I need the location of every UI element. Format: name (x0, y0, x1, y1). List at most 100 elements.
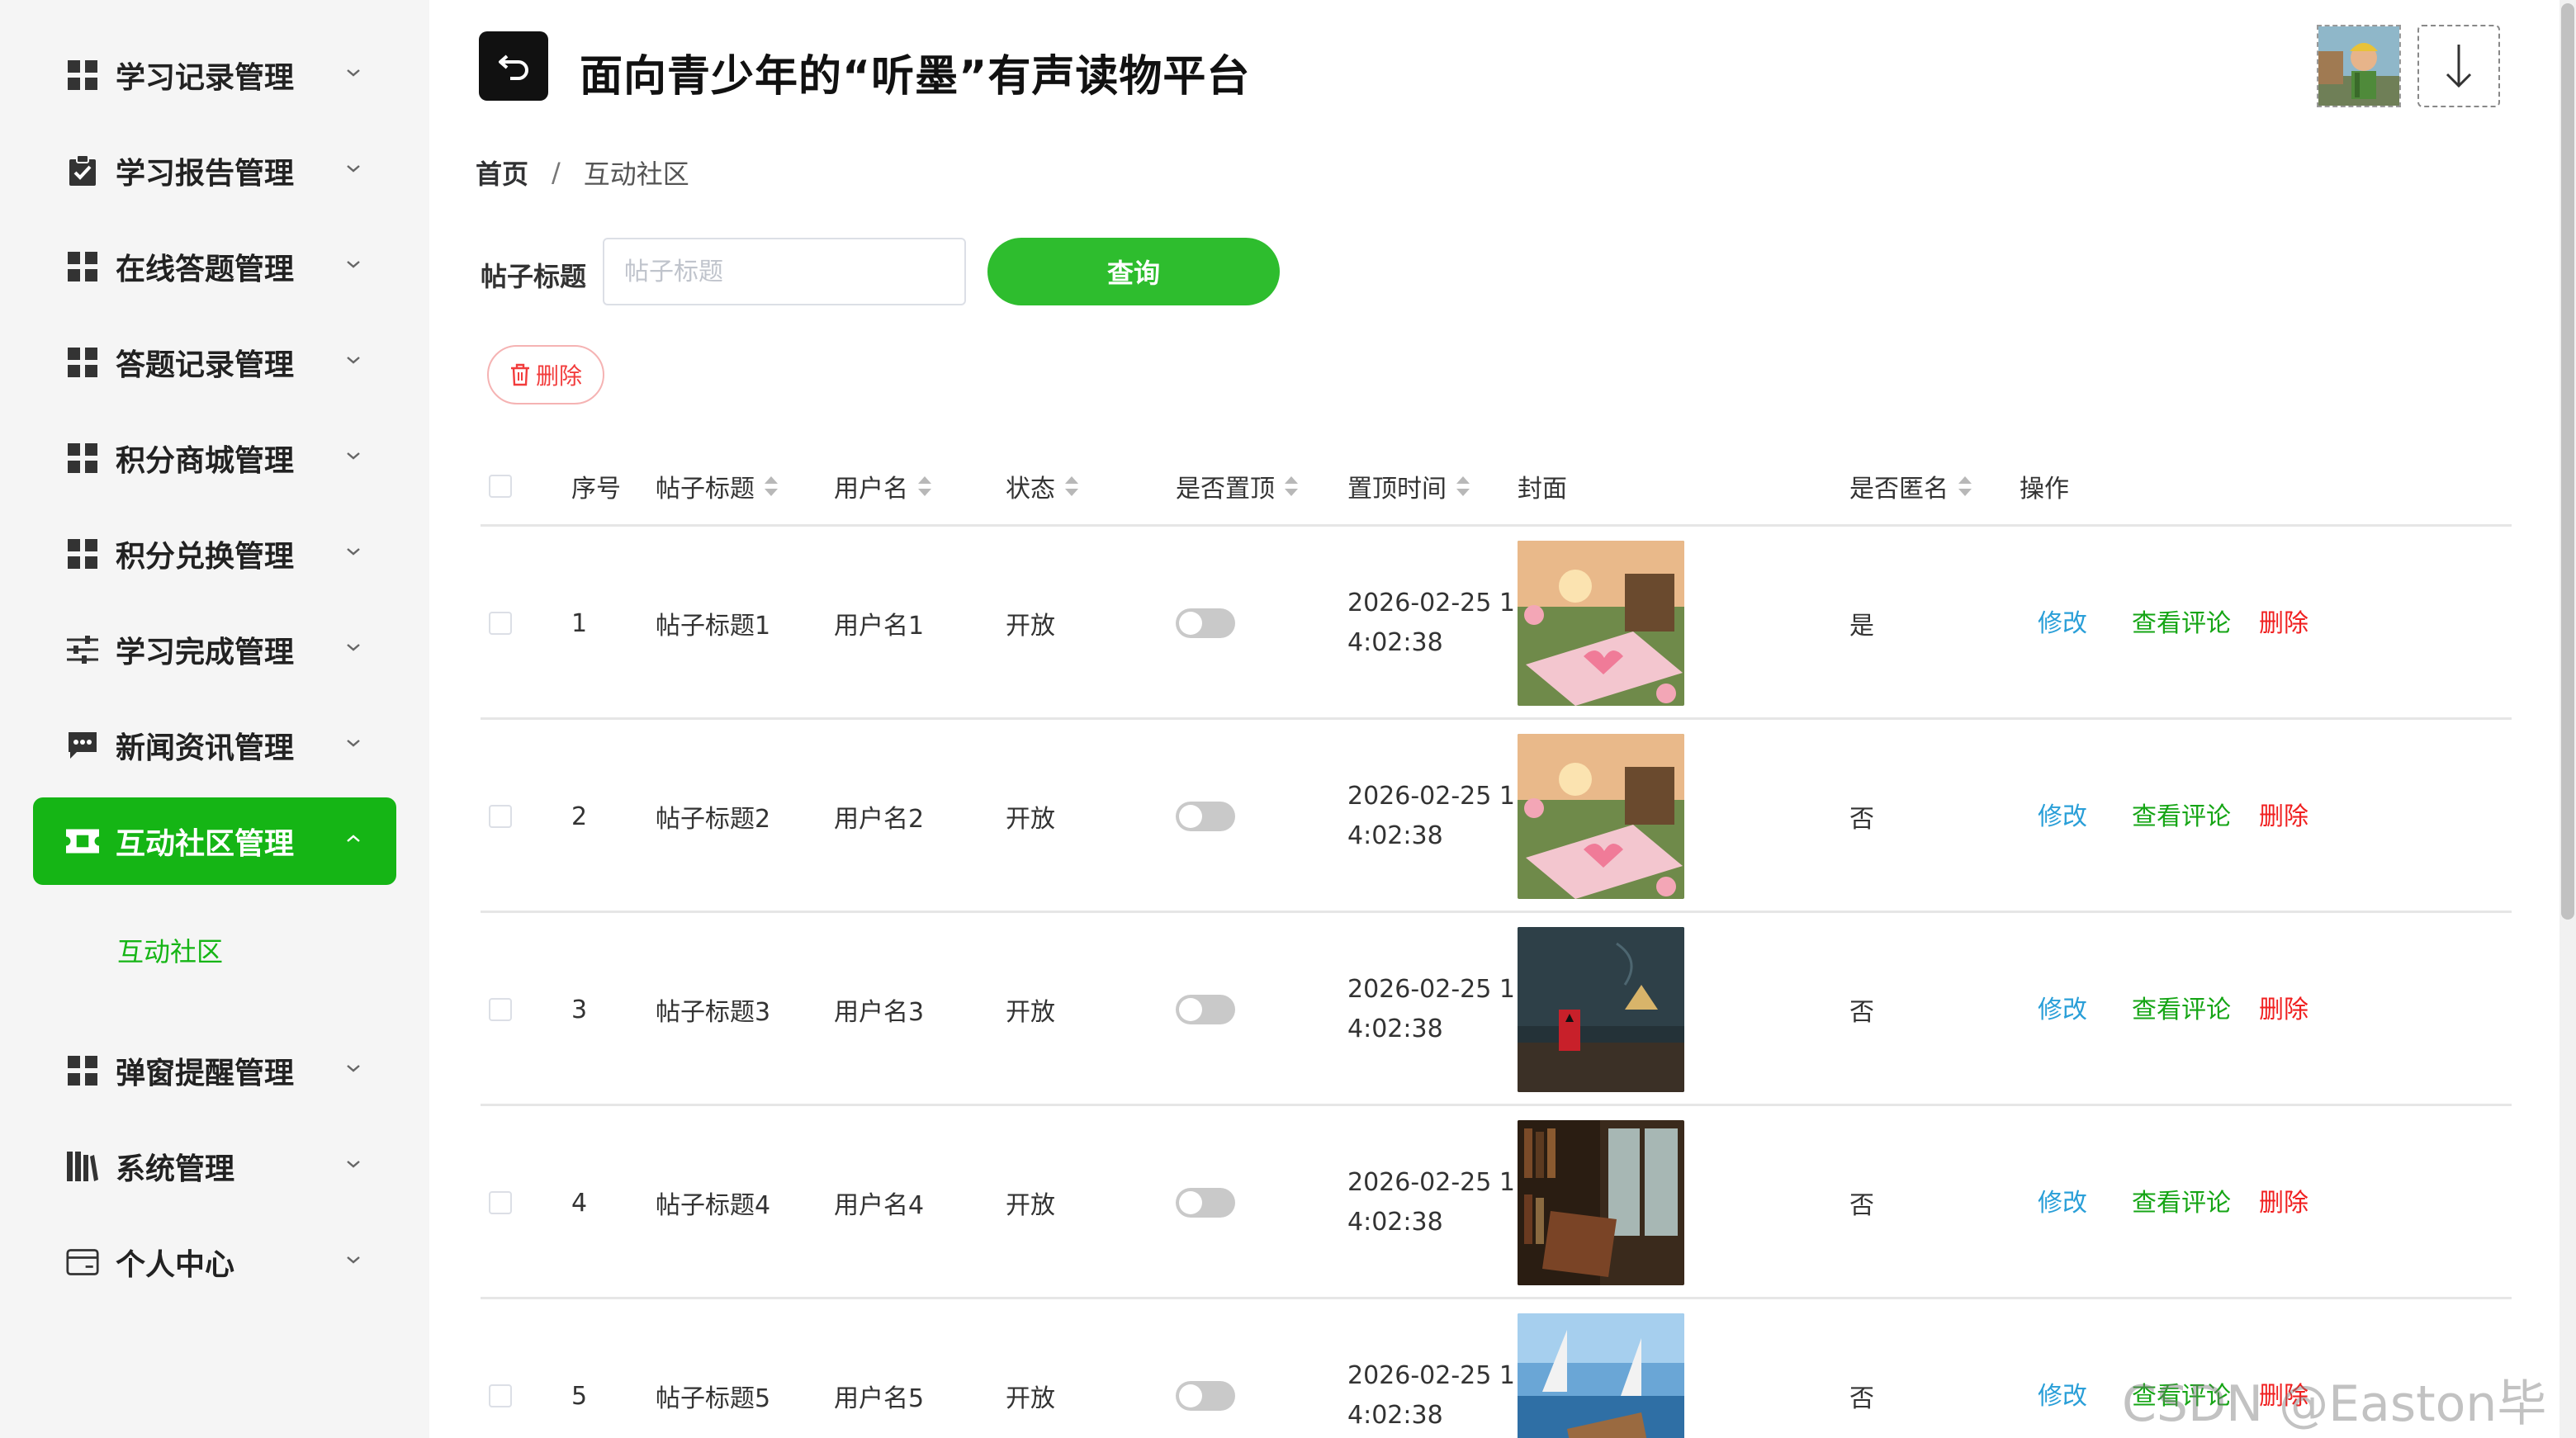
scrollbar-thumb[interactable] (2561, 3, 2574, 920)
chevron-down-icon (347, 165, 360, 173)
view-comments-link[interactable]: 查看评论 (2132, 527, 2231, 715)
trash-icon (510, 363, 529, 386)
sidebar-item-profile[interactable]: 个人中心 (33, 1218, 396, 1306)
view-comments-link[interactable]: 查看评论 (2132, 1106, 2231, 1294)
edit-link[interactable]: 修改 (2038, 913, 2087, 1101)
cell-title: 帖子标题1 (656, 612, 771, 641)
back-button[interactable] (479, 31, 548, 101)
pin-toggle[interactable] (1176, 1106, 1235, 1299)
delete-link[interactable]: 删除 (2259, 720, 2308, 908)
sidebar-item-community[interactable]: 互动社区管理 (33, 797, 396, 885)
sidebar-item-label: 弹窗提醒管理 (116, 1057, 295, 1090)
clipboard-check-icon (66, 154, 99, 187)
column-header-pin-time[interactable]: 置顶时间 (1347, 446, 1470, 527)
pin-toggle[interactable] (1176, 913, 1235, 1106)
sidebar-item-label: 学习记录管理 (116, 61, 295, 95)
avatar[interactable] (2317, 25, 2401, 107)
watermark: CSDN @Easton毕设 (2122, 1375, 2547, 1433)
cell-username: 用户名4 (834, 1191, 925, 1220)
breadcrumb-separator: / (552, 157, 561, 188)
cell-anonymous: 否 (1849, 1384, 1874, 1413)
sidebar-item-news[interactable]: 新闻资讯管理 (33, 702, 396, 789)
pin-toggle[interactable] (1176, 527, 1235, 720)
chevron-down-icon (347, 261, 360, 268)
sidebar-subitem-community[interactable]: 互动社区 (117, 931, 223, 969)
cell-pin-time: 2026-02-25 1 4:02:38 (1347, 782, 1515, 850)
sort-icon[interactable] (1456, 475, 1470, 498)
search-input[interactable] (603, 238, 966, 305)
row-checkbox[interactable] (489, 913, 512, 1106)
chevron-down-icon (347, 1065, 360, 1072)
table-row: 1 帖子标题1 用户名1 开放 2026-02-25 1 4:02:38 是 修改… (481, 527, 2512, 720)
download-button[interactable] (2417, 25, 2500, 107)
chevron-down-icon (347, 69, 360, 77)
sort-icon[interactable] (918, 475, 931, 498)
edit-link[interactable]: 修改 (2038, 527, 2087, 715)
query-button[interactable]: 查询 (987, 238, 1280, 305)
cell-status: 开放 (1006, 1191, 1055, 1220)
sidebar-item-points-exchange[interactable]: 积分兑换管理 (33, 510, 396, 598)
edit-link[interactable]: 修改 (2038, 1106, 2087, 1294)
sidebar-item-learning-completion[interactable]: 学习完成管理 (33, 606, 396, 693)
sliders-icon (66, 633, 99, 666)
cell-status: 开放 (1006, 998, 1055, 1027)
cell-username: 用户名5 (834, 1384, 925, 1413)
row-checkbox[interactable] (489, 720, 512, 913)
sidebar-item-quiz-records[interactable]: 答题记录管理 (33, 319, 396, 406)
cell-anonymous: 否 (1849, 1191, 1874, 1220)
table-row: 4 帖子标题4 用户名4 开放 2026-02-25 1 4:02:38 否 修改… (481, 1106, 2512, 1299)
grid-icon (66, 250, 99, 283)
sidebar-item-label: 互动社区管理 (116, 827, 295, 861)
edit-link[interactable]: 修改 (2038, 720, 2087, 908)
pin-toggle[interactable] (1176, 1299, 1235, 1438)
sort-icon[interactable] (1958, 475, 1972, 498)
chevron-down-icon (347, 1256, 360, 1264)
cover-image (1518, 527, 1684, 720)
batch-delete-label: 删除 (535, 362, 582, 390)
cell-status: 开放 (1006, 1384, 1055, 1413)
column-header-status[interactable]: 状态 (1006, 446, 1078, 527)
grid-icon (66, 59, 99, 92)
grid-icon (66, 537, 99, 570)
cell-title: 帖子标题2 (656, 805, 771, 834)
breadcrumb: 首页 / 互动社区 (476, 154, 689, 192)
breadcrumb-current: 互动社区 (583, 158, 689, 190)
row-checkbox[interactable] (489, 1299, 512, 1438)
cover-image (1518, 913, 1684, 1106)
sort-icon[interactable] (1285, 475, 1298, 498)
cell-pin-time: 2026-02-25 1 4:02:38 (1347, 1361, 1515, 1430)
column-header-username[interactable]: 用户名 (834, 446, 931, 527)
select-all-checkbox[interactable] (489, 446, 512, 527)
row-checkbox[interactable] (489, 1106, 512, 1299)
column-header-pinned[interactable]: 是否置顶 (1176, 446, 1298, 527)
batch-delete-button[interactable]: 删除 (487, 345, 604, 404)
pin-toggle[interactable] (1176, 720, 1235, 913)
sidebar-item-system[interactable]: 系统管理 (33, 1123, 396, 1210)
row-checkbox[interactable] (489, 527, 512, 720)
sidebar-item-learning-records[interactable]: 学习记录管理 (33, 31, 396, 119)
sort-icon[interactable] (1065, 475, 1078, 498)
delete-link[interactable]: 删除 (2259, 913, 2308, 1101)
page-title: 面向青少年的“听墨”有声读物平台 (580, 52, 1251, 102)
edit-link[interactable]: 修改 (2038, 1299, 2087, 1438)
wallet-icon (66, 1246, 99, 1279)
delete-link[interactable]: 删除 (2259, 527, 2308, 715)
cell-index: 4 (571, 1188, 588, 1218)
sort-icon[interactable] (765, 475, 778, 498)
back-arrow-icon (499, 54, 528, 80)
view-comments-link[interactable]: 查看评论 (2132, 720, 2231, 908)
view-comments-link[interactable]: 查看评论 (2132, 913, 2231, 1101)
cell-pin-time: 2026-02-25 1 4:02:38 (1347, 589, 1515, 657)
sidebar-item-label: 个人中心 (116, 1248, 235, 1282)
delete-link[interactable]: 删除 (2259, 1106, 2308, 1294)
column-header-title[interactable]: 帖子标题 (656, 446, 778, 527)
posts-table: 序号 帖子标题 用户名 状态 是否置顶 置顶时间 封面 是否匿名 操作 1 帖子… (481, 446, 2512, 1438)
column-header-anonymous[interactable]: 是否匿名 (1849, 446, 1972, 527)
sidebar-item-online-quiz[interactable]: 在线答题管理 (33, 223, 396, 310)
sidebar-item-popup-reminders[interactable]: 弹窗提醒管理 (33, 1027, 396, 1114)
breadcrumb-home[interactable]: 首页 (476, 154, 528, 192)
cell-status: 开放 (1006, 805, 1055, 834)
cell-anonymous: 否 (1849, 998, 1874, 1027)
sidebar-item-learning-reports[interactable]: 学习报告管理 (33, 127, 396, 215)
sidebar-item-points-mall[interactable]: 积分商城管理 (33, 414, 396, 502)
